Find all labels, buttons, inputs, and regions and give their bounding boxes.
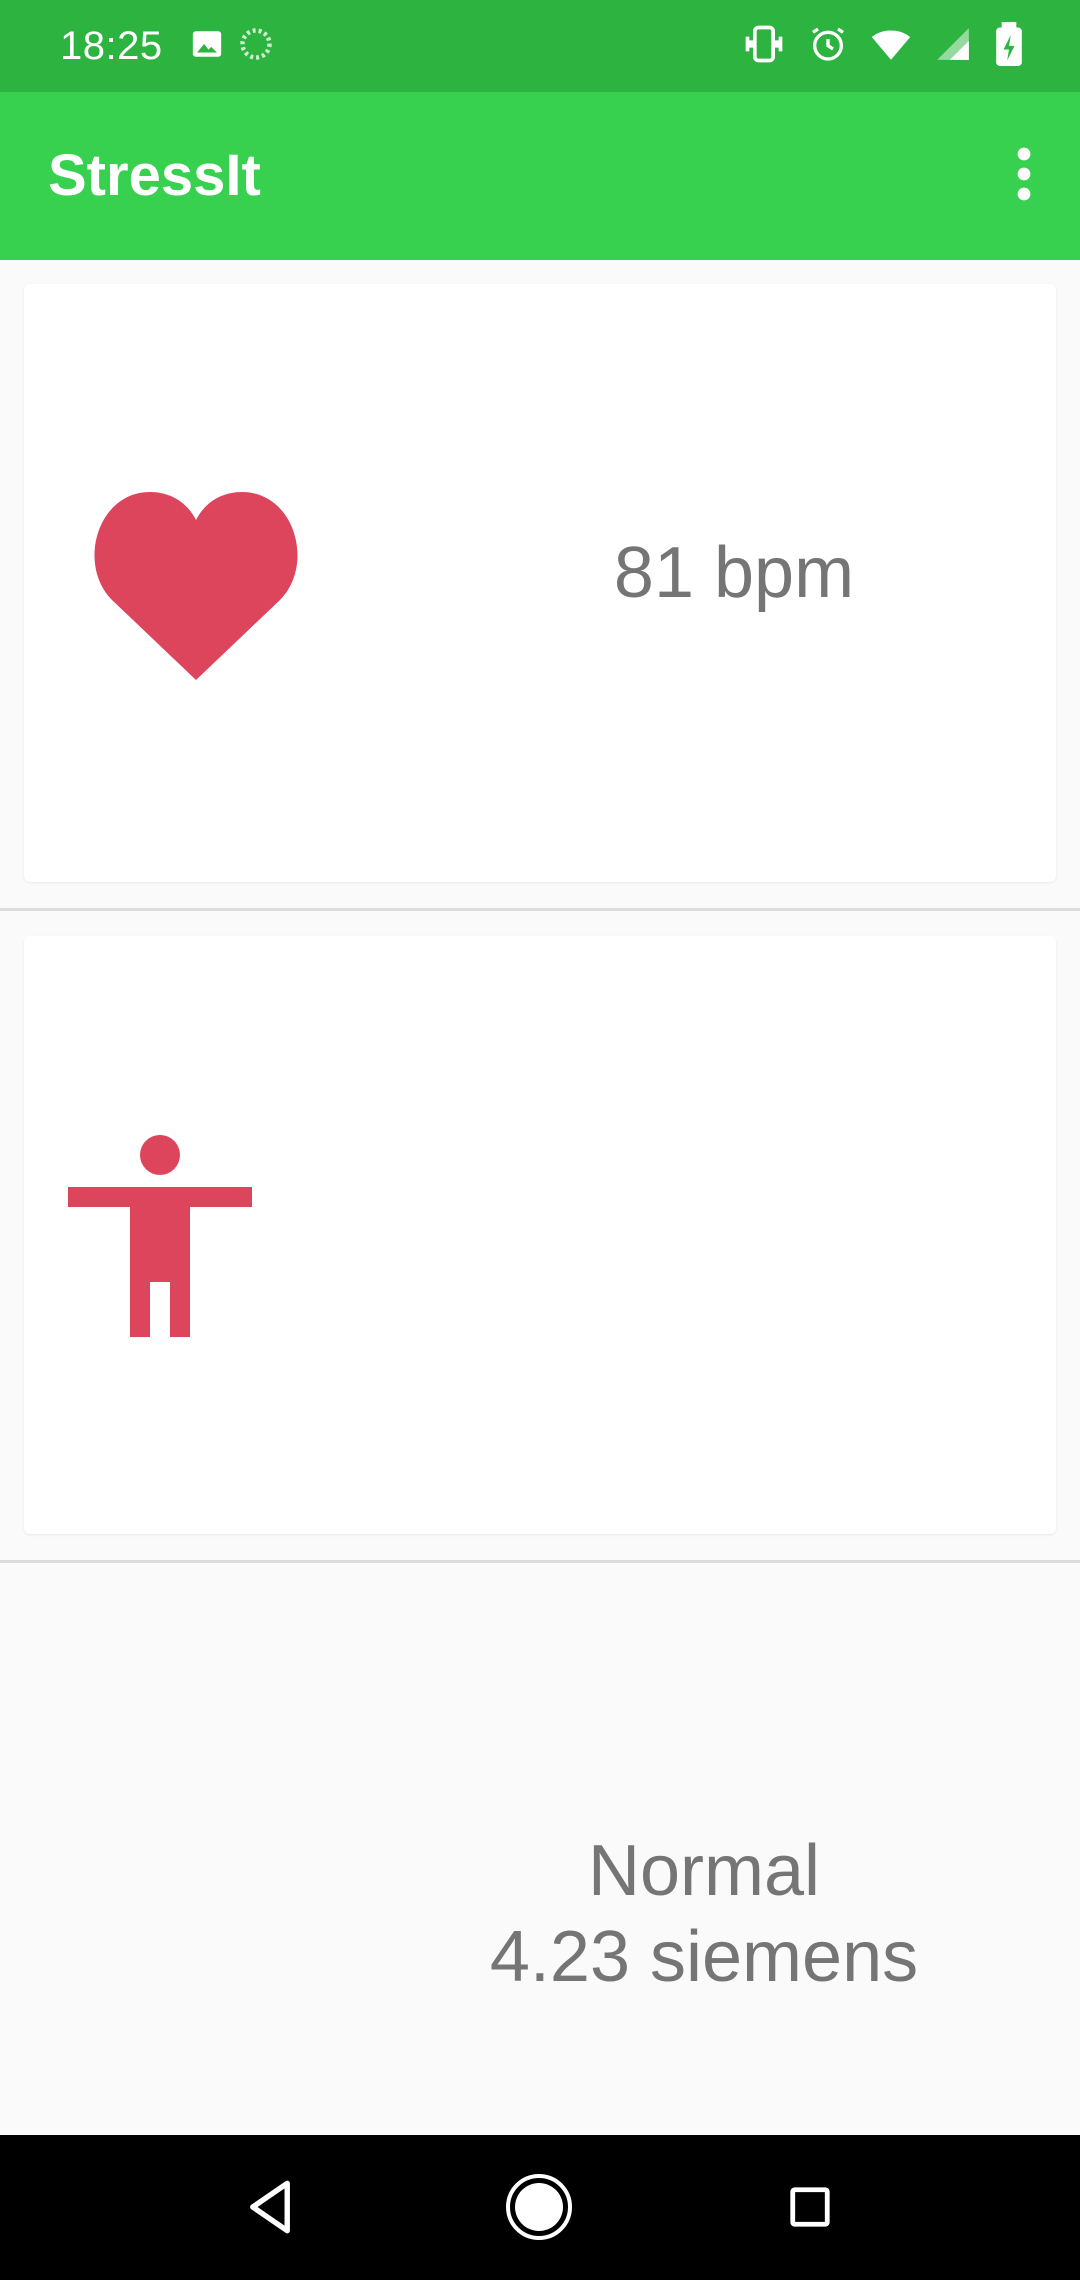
app-bar: StressIt bbox=[0, 92, 1080, 260]
recents-icon bbox=[787, 2184, 833, 2235]
back-button[interactable] bbox=[232, 2171, 308, 2247]
more-vert-icon bbox=[1014, 146, 1034, 207]
alarm-icon bbox=[808, 24, 848, 69]
body-icon bbox=[68, 1135, 252, 1337]
home-button[interactable] bbox=[501, 2171, 577, 2247]
heart-icon bbox=[92, 490, 300, 680]
heart-rate-value: 81 bpm bbox=[613, 533, 855, 613]
status-right-icons bbox=[742, 21, 1024, 71]
sync-icon bbox=[238, 26, 274, 67]
signal-icon bbox=[934, 25, 972, 68]
status-left-icons bbox=[190, 26, 274, 67]
navigation-bar bbox=[0, 2135, 1080, 2280]
app-title: StressIt bbox=[48, 143, 261, 208]
list-divider bbox=[0, 908, 1080, 911]
recents-button[interactable] bbox=[772, 2171, 848, 2247]
overflow-menu-button[interactable] bbox=[992, 136, 1056, 216]
vibrate-icon bbox=[742, 22, 786, 71]
wifi-icon bbox=[870, 23, 912, 70]
eda-value: 4.23 siemens bbox=[489, 1917, 919, 1997]
list-divider bbox=[0, 1560, 1080, 1563]
eda-value-block: Normal 4.23 siemens bbox=[324, 1828, 1080, 2000]
back-icon bbox=[244, 2179, 296, 2240]
battery-charging-icon bbox=[994, 21, 1024, 71]
home-icon bbox=[504, 2172, 574, 2247]
eda-state: Normal bbox=[587, 1831, 821, 1911]
status-bar: 18:25 bbox=[0, 0, 1080, 92]
status-time: 18:25 bbox=[60, 24, 163, 68]
image-icon bbox=[190, 27, 224, 66]
